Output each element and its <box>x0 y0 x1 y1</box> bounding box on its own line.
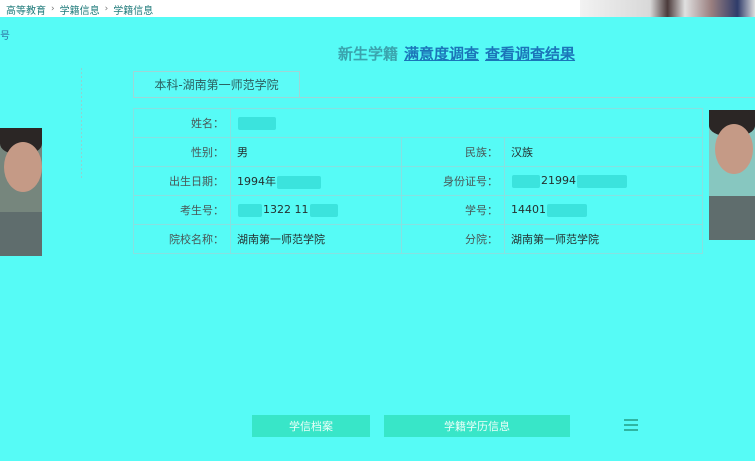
id-label: 身份证号： <box>401 166 505 196</box>
records-button[interactable]: 学籍学历信息 <box>384 415 570 437</box>
birth-label: 出生日期： <box>133 166 231 196</box>
breadcrumb-item-3: 学籍信息 <box>113 5 154 17</box>
survey-link[interactable]: 满意度调查 <box>404 43 479 64</box>
masked-value <box>238 203 262 217</box>
survey-results-link[interactable]: 查看调查结果 <box>485 43 575 64</box>
breadcrumb-separator: › <box>51 4 55 14</box>
birth-value: 1994年 <box>230 166 402 196</box>
table-row: 性别： 男 民族： 汉族 <box>133 137 703 167</box>
breadcrumb-separator: › <box>104 4 109 14</box>
masked-value <box>547 203 587 217</box>
left-photo <box>0 128 42 256</box>
archive-button[interactable]: 学信档案 <box>252 415 370 437</box>
ethnicity-label: 民族： <box>401 137 505 167</box>
name-label: 姓名： <box>133 108 231 138</box>
gender-value: 男 <box>230 137 402 167</box>
exam-value: 1322 11 <box>230 195 402 225</box>
heading-prefix: 新生学籍 <box>338 44 399 63</box>
student-no-value: 14401 <box>504 195 703 225</box>
dotted-divider <box>81 68 82 178</box>
table-row: 姓名： <box>133 108 703 138</box>
exam-label: 考生号： <box>133 195 231 225</box>
id-value: 21994 <box>504 166 703 196</box>
breadcrumb: 高等教育 › 学籍信息 › 学籍信息 <box>6 2 154 17</box>
table-row: 出生日期： 1994年 身份证号： 21994 <box>133 166 703 196</box>
school-label: 院校名称： <box>133 224 231 254</box>
left-side-link[interactable]: 号 <box>0 27 10 42</box>
branch-label: 分院： <box>401 224 505 254</box>
student-no-label: 学号： <box>401 195 505 225</box>
masked-value <box>309 203 338 217</box>
right-photo <box>709 110 755 240</box>
tab-school[interactable]: 本科-湖南第一师范学院 <box>133 71 300 98</box>
masked-value <box>238 116 276 130</box>
tab-underline <box>133 97 755 98</box>
school-value: 湖南第一师范学院 <box>230 224 402 254</box>
name-value <box>230 108 703 138</box>
branch-value: 湖南第一师范学院 <box>504 224 703 254</box>
table-row: 考生号： 1322 11 学号： 14401 <box>133 195 703 225</box>
student-info-table: 姓名： 性别： 男 民族： 汉族 出生日期： 1994年 身份证号： 21994… <box>133 108 703 254</box>
breadcrumb-item-1[interactable]: 高等教育 <box>6 2 46 17</box>
masked-value <box>277 175 321 189</box>
table-row: 院校名称： 湖南第一师范学院 分院： 湖南第一师范学院 <box>133 224 703 254</box>
header-banner-image <box>580 0 755 17</box>
top-bar: 高等教育 › 学籍信息 › 学籍信息 <box>0 0 755 17</box>
gender-label: 性别： <box>133 137 231 167</box>
ethnicity-value: 汉族 <box>504 137 703 167</box>
masked-value <box>512 174 540 188</box>
page-heading: 新生学籍 满意度调查 查看调查结果 <box>338 43 575 63</box>
menu-icon[interactable] <box>624 419 638 431</box>
breadcrumb-item-2[interactable]: 学籍信息 <box>60 2 100 17</box>
masked-value <box>577 174 627 188</box>
